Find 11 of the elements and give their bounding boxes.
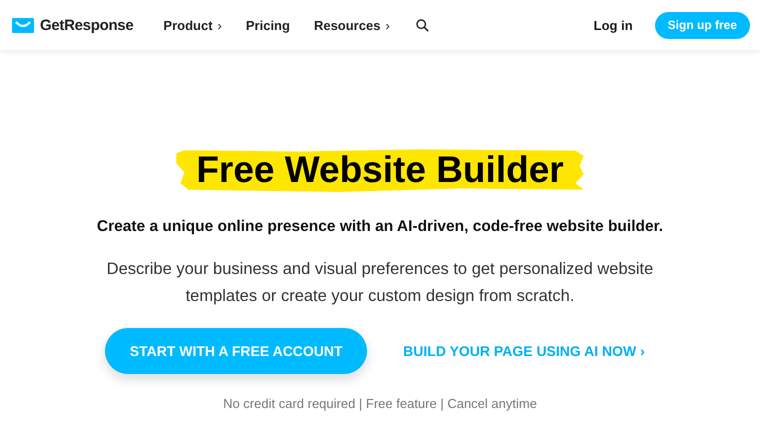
nav-link[interactable]: Pricing [246,18,290,32]
login-link[interactable]: Log in [594,18,633,32]
nav-link[interactable]: Resources › [314,18,390,32]
page-title: Free Website Builder [176,148,584,192]
logo-text[interactable]: GetResponse [40,16,134,34]
subtitle: Create a unique online presence with an AI-driven, code-free website builder. [96,218,664,236]
search-icon[interactable] [416,18,429,32]
description: Describe your business and visual preferences to get personalized website templates or create your custom design from scratch. [106,259,654,307]
nav-link[interactable]: Product › [163,18,222,32]
note-text: No credit card required | Free feature | Cancel anytime [223,396,537,411]
logo-icon [12,18,34,32]
